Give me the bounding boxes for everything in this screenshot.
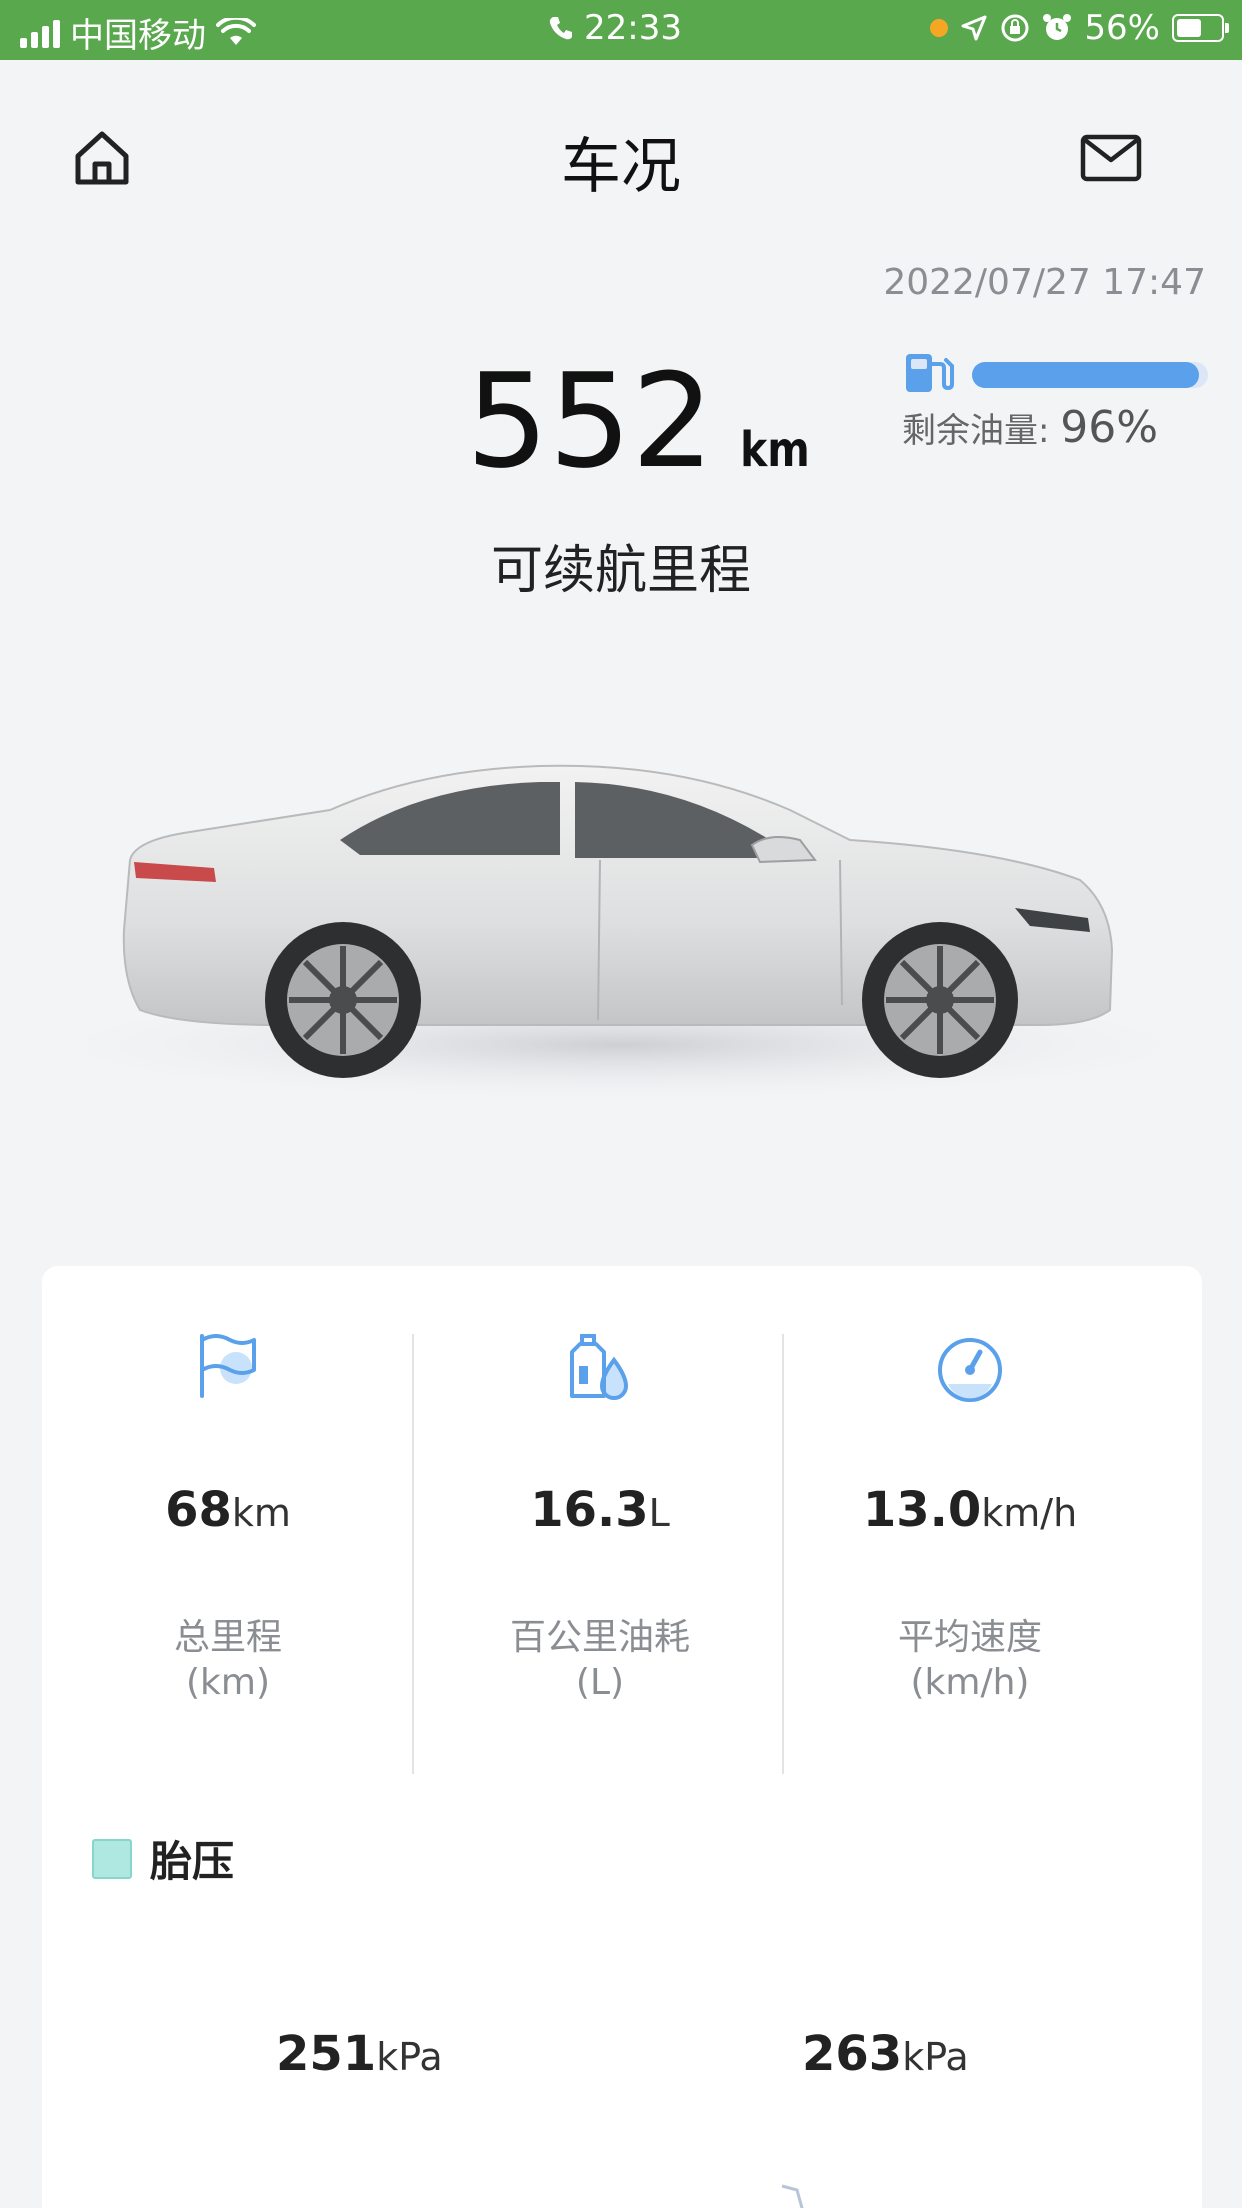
stat-label: 总里程 [173,1617,282,1658]
stat-unit-label: (km/h) [910,1662,1030,1703]
tire-unit: kPa [376,2035,443,2079]
divider [782,1334,784,1774]
divider [412,1334,414,1774]
tire-legend-swatch [92,1838,132,1879]
mail-icon[interactable] [1080,134,1142,182]
battery-percent: 56% [1084,8,1160,48]
car-image [0,764,1240,1105]
stat-unit-label: (L) [575,1662,625,1703]
page-title: 车况 [561,132,681,202]
stat-unit: L [648,1491,670,1535]
stat-value: 16.3 [530,1482,649,1538]
stat-label: 平均速度 [897,1617,1042,1658]
tire-unit: kPa [902,2035,969,2079]
vehicle-status-screen: 中国移动 22:33 56% 车况 2022/07/27 17:47 552 k… [0,0,1242,2208]
location-icon [961,15,987,41]
stat-unit: km [231,1491,291,1535]
tire-pressure-title: 胎压 [150,1837,235,1886]
phone-icon [549,17,572,40]
fuel-label: 剩余油量: [902,411,1050,451]
front-wheel [862,922,1018,1078]
range-value: 552 [466,345,715,497]
fuel-level-bar [972,362,1208,388]
stat-unit: km/h [981,1491,1078,1535]
range-readout: 552 km [466,356,816,486]
fuel-pump-icon [906,354,954,392]
fuel-remaining: 剩余油量: 96% [902,402,1158,453]
stat-label: 百公里油耗 [509,1617,690,1658]
signal-icon [20,18,60,48]
tire-value: 251 [276,2026,377,2082]
stat-value: 13.0 [862,1482,982,1538]
fuel-bottle-icon [570,1334,629,1400]
carrier-label: 中国移动 [70,16,206,56]
tire-front-left: 251kPa [276,2026,443,2082]
stat-value: 68 [165,1482,232,1538]
tire-front-right: 263kPa [802,2026,969,2082]
range-label: 可续航里程 [490,541,751,601]
flag-icon [200,1334,256,1398]
stat-unit-label: (km) [185,1662,270,1703]
fuel-value: 96% [1060,402,1159,453]
vehicle-stats-card: 68km 总里程 (km) 16.3L 百公里油耗 (L) 13.0km/h 平… [42,1266,1202,2208]
rear-wheel [265,922,421,1078]
tire-pressure-header: 胎压 [92,1828,234,1889]
lock-rotation-icon [1001,14,1029,42]
tire-value: 263 [802,2026,903,2082]
car-top-view-diagram [781,2184,804,2208]
status-bar: 中国移动 22:33 56% [0,0,1242,60]
battery-icon [1172,14,1229,42]
speedometer-icon [938,1338,1002,1402]
update-timestamp: 2022/07/27 17:47 [883,262,1206,303]
fuel-level-fill [972,362,1199,388]
recording-dot-icon [930,19,949,37]
alarm-icon [1043,14,1072,40]
range-unit: km [740,422,810,478]
clock-time: 22:33 [584,8,682,48]
wifi-icon [216,17,256,45]
